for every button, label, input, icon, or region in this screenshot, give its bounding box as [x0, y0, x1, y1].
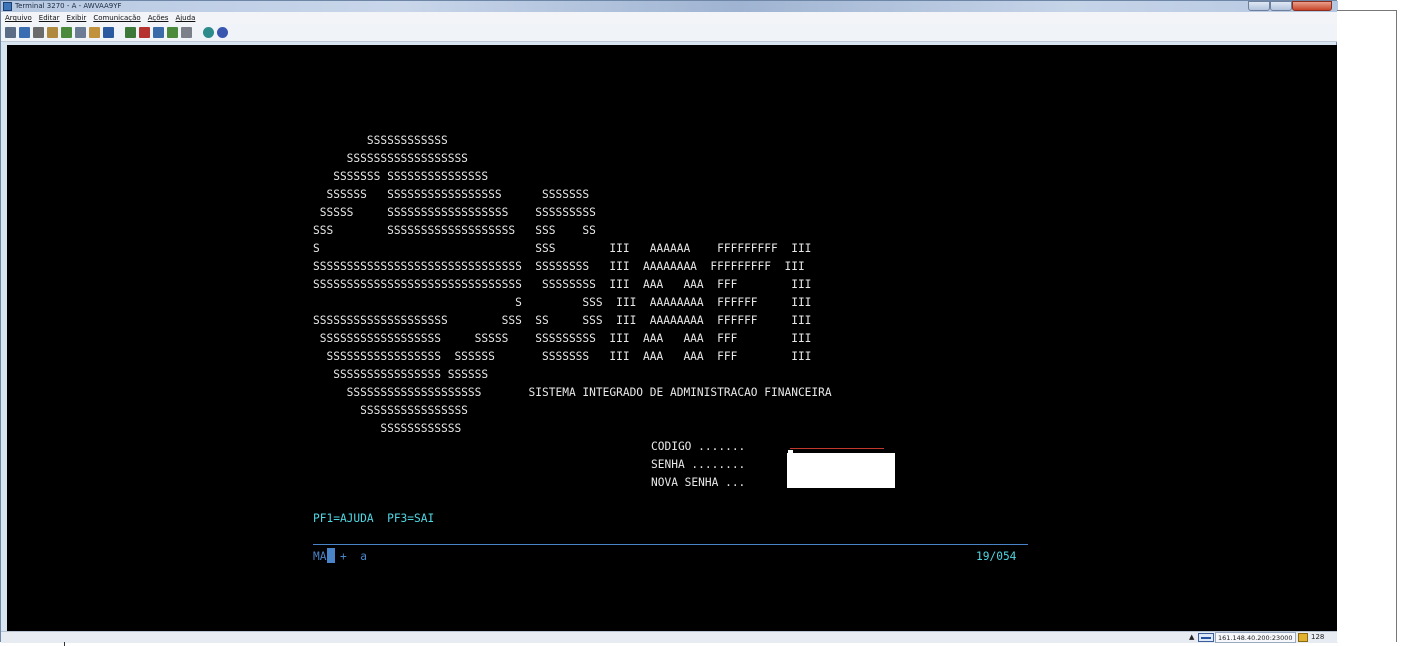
terminal-window: Terminal 3270 - A - AWVAA9YF Arquivo Edi…	[0, 0, 1338, 643]
logo-art-line: SSSSSSSSSSSSSSSSS SSSSSS SSSSSSS III AAA…	[313, 350, 812, 363]
oia-separator	[313, 544, 1028, 545]
menu-arquivo[interactable]: Arquivo	[5, 14, 32, 22]
menu-ajuda[interactable]: Ajuda	[175, 14, 195, 22]
cursor-position: 19/054	[976, 550, 1017, 563]
background-window-edge	[1337, 10, 1397, 642]
close-button[interactable]	[1292, 1, 1332, 11]
system-title-line: SSSSSSSSSSSSSSSSSSSS SISTEMA INTEGRADO D…	[313, 386, 832, 399]
logo-art-line: SSSSSSSSSSSSSSSS SSSSSS	[313, 368, 489, 381]
window-controls	[1248, 1, 1332, 12]
oia-indicators: + a	[340, 550, 367, 563]
title-bar[interactable]: Terminal 3270 - A - AWVAA9YF	[1, 1, 1338, 12]
minimize-button[interactable]	[1248, 1, 1270, 11]
send-icon[interactable]	[33, 27, 44, 38]
oia-cursor-block	[327, 548, 335, 563]
pf-keys-hint: PF1=AJUDA PF3=SAI	[313, 512, 435, 525]
menu-acoes[interactable]: Ações	[148, 14, 169, 22]
logo-art-line: SSSSSSSSSSSSSSSSSSSSSSSSSSSSSSS SSSSSSSS…	[313, 278, 812, 291]
connection-icon	[1198, 633, 1214, 642]
menu-exibir[interactable]: Exibir	[67, 14, 87, 22]
menu-editar[interactable]: Editar	[39, 14, 60, 22]
menu-comunicacao[interactable]: Comunicação	[93, 14, 140, 22]
copy-icon[interactable]	[5, 27, 16, 38]
keyboard-icon[interactable]	[103, 27, 114, 38]
lock-icon	[1298, 633, 1308, 642]
logo-art-line: SSSSSS SSSSSSSSSSSSSSSSS SSSSSSS	[313, 188, 590, 201]
nova-senha-label: NOVA SENHA ...	[651, 476, 746, 489]
window-title: Terminal 3270 - A - AWVAA9YF	[15, 2, 122, 10]
codigo-label: CODIGO .......	[651, 440, 746, 453]
terminal-app-icon[interactable]	[3, 2, 12, 11]
logo-art-line: SSSSSSSSSSSSSSSSSS SSSSS SSSSSSSSS III A…	[313, 332, 812, 345]
logo-art-line: SSSSSSSSSSSSSSSSSS	[313, 152, 468, 165]
logo-art-line: SSSSSSS SSSSSSSSSSSSSSS	[313, 170, 489, 183]
logo-art-line: S SSS III AAAAAA FFFFFFFFF III	[313, 242, 812, 255]
globe-icon[interactable]	[203, 27, 214, 38]
logo-art-line: SSSSSSSSSSSSSSSSSSSS SSS SS SSS III AAAA…	[313, 314, 812, 327]
receive-icon[interactable]	[47, 27, 58, 38]
session-number: 128	[1311, 633, 1325, 641]
logo-art-line: SSS SSSSSSSSSSSSSSSSSSS SSS SS	[313, 224, 596, 237]
print-icon[interactable]	[75, 27, 86, 38]
transfer-icon[interactable]	[61, 27, 72, 38]
logo-art-line: SSSSSSSSSSSS	[313, 422, 462, 435]
oia-status-ma: MA	[313, 550, 327, 563]
logo-art-line: SSSSS SSSSSSSSSSSSSSSSSS SSSSSSSSS	[313, 206, 596, 219]
logo-art-line: SSSSSSSSSSSSSSSSSSSSSSSSSSSSSSS SSSSSSSS…	[313, 260, 805, 273]
logo-art-line: SSSSSSSSSSSS	[313, 134, 448, 147]
codigo-input[interactable]	[790, 448, 884, 449]
chart-icon-2[interactable]	[139, 27, 150, 38]
status-bar: ▲ 161.148.40.200:23000 128	[1, 631, 1338, 643]
senha-input[interactable]	[787, 453, 895, 488]
chat-icon[interactable]	[181, 27, 192, 38]
chart-icon-3[interactable]	[153, 27, 164, 38]
host-address: 161.148.40.200:23000	[1215, 632, 1296, 643]
chart-icon-4[interactable]	[167, 27, 178, 38]
macro-icon[interactable]	[89, 27, 100, 38]
paste-icon[interactable]	[19, 27, 30, 38]
logo-art-line: S SSS III AAAAAAAA FFFFFF III	[313, 296, 812, 309]
menu-bar: Arquivo Editar Exibir Comunicação Ações …	[1, 12, 1338, 24]
scroll-up-arrow-icon[interactable]: ▲	[1189, 633, 1194, 641]
chart-icon[interactable]	[125, 27, 136, 38]
logo-art-line: SSSSSSSSSSSSSSSS	[313, 404, 468, 417]
senha-label: SENHA ........	[651, 458, 746, 471]
background-tick	[64, 642, 65, 646]
help-icon[interactable]	[217, 27, 228, 38]
maximize-button[interactable]	[1270, 1, 1292, 11]
toolbar	[1, 24, 1338, 42]
